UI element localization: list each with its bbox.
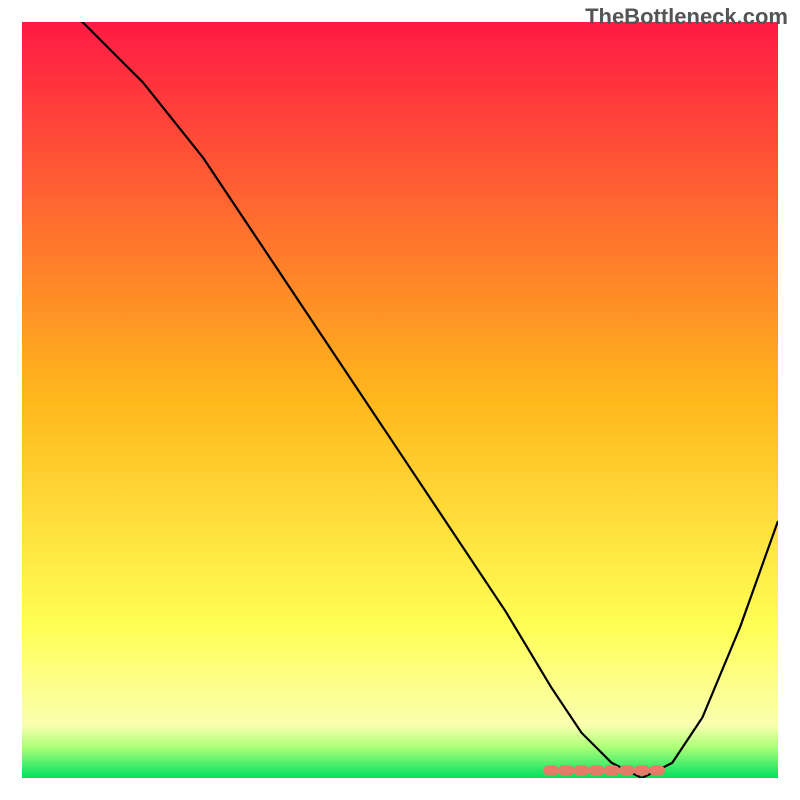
marker-dot [543,765,559,775]
marker-dot [573,765,589,775]
watermark-text: TheBottleneck.com [585,4,788,30]
chart-plot-area [22,22,778,778]
gradient-background [22,22,778,778]
marker-dot [589,765,605,775]
marker-dot [604,765,620,775]
marker-dot [619,765,635,775]
marker-dot [558,765,574,775]
marker-dot [634,765,650,775]
marker-dot [649,765,665,775]
chart-svg [22,22,778,778]
